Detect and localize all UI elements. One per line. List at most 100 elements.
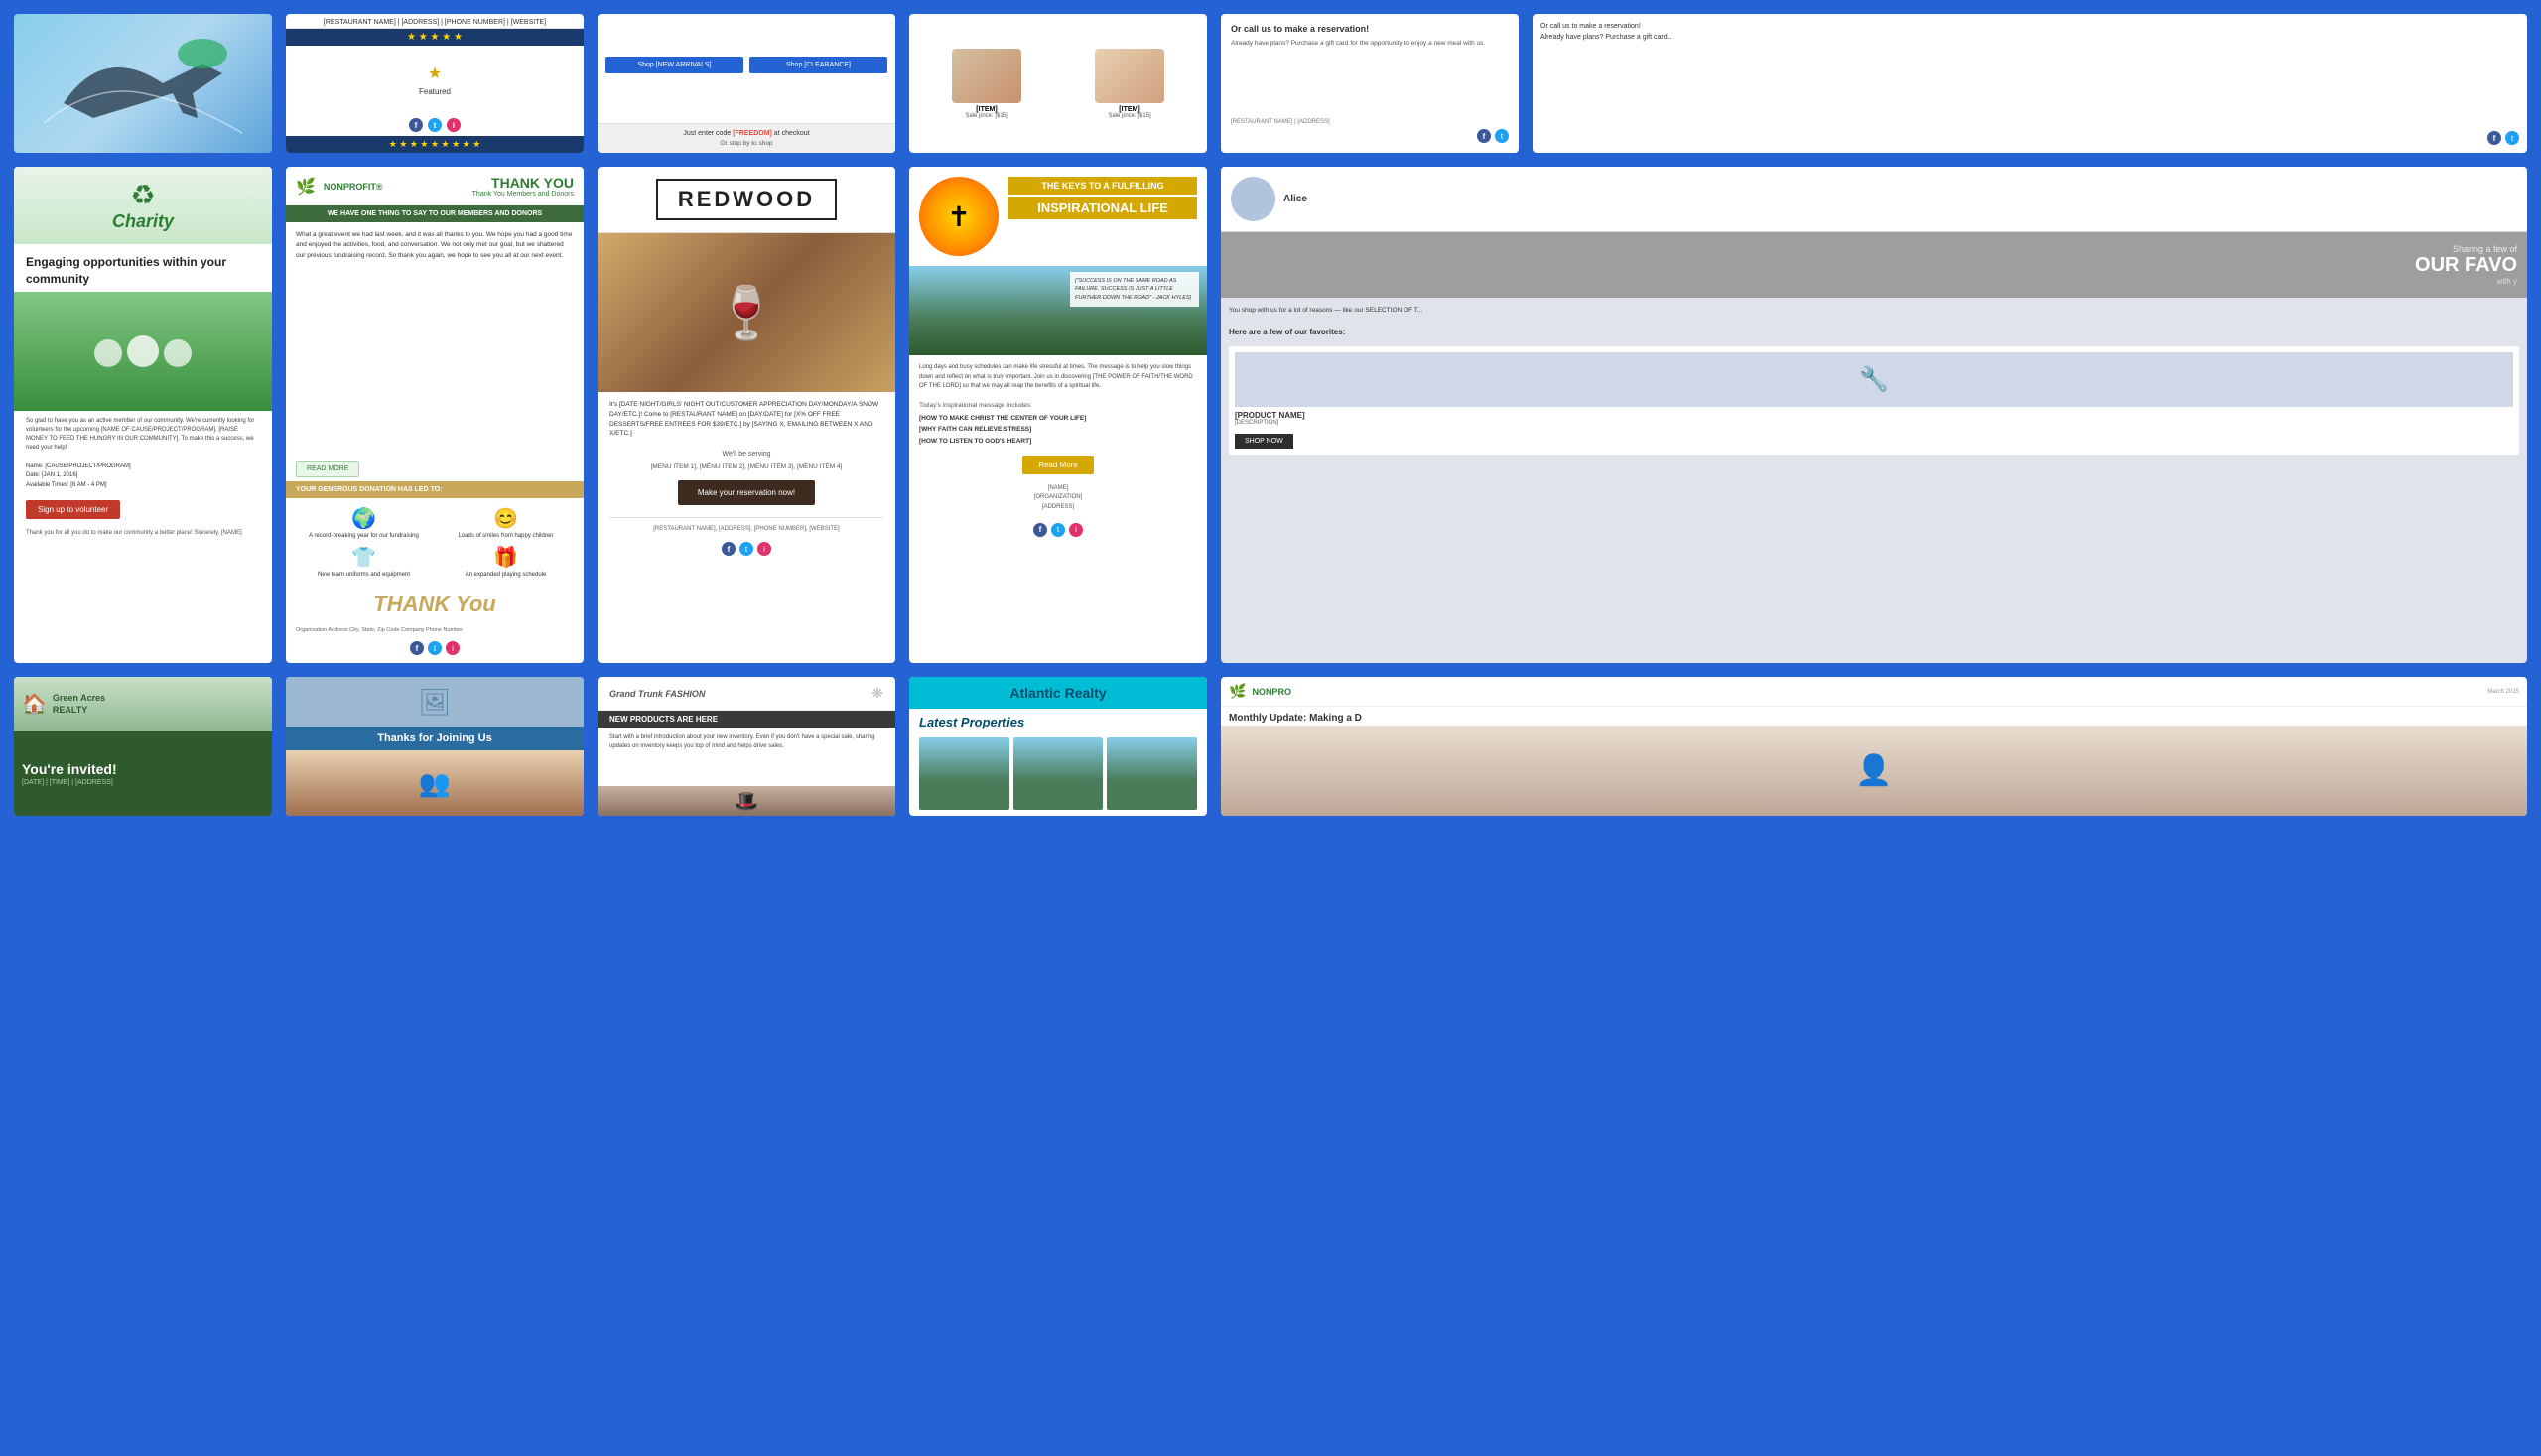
- thanks-photo-area: 👥: [286, 750, 584, 816]
- fashion-brand-name: Grand Trunk FASHION: [609, 689, 705, 699]
- inspirational-contact: [NAME] [ORGANIZATION] [ADDRESS]: [909, 480, 1207, 517]
- inspirational-social-row: f t i: [909, 517, 1207, 547]
- gift-card-social: f t: [1231, 129, 1509, 143]
- keys-banner: THE KEYS TO A FULFILLING: [1008, 177, 1197, 195]
- icon-fundraising: 🌍 A record-breaking year for our fundrai…: [296, 506, 432, 539]
- redwood-event-text: It's [DATE NIGHT/GIRLS' NIGHT OUT/CUSTOM…: [598, 392, 895, 447]
- charity-fields: Name: [CAUSE/PROJECT/PROGRAM] Date: [JAN…: [14, 459, 272, 495]
- favorites-title-section: Sharing a few of OUR FAVO with y: [1221, 232, 2527, 298]
- charity-header: ♻ Charity: [14, 167, 272, 244]
- shop-now-button[interactable]: SHOP NOW: [1235, 434, 1293, 449]
- shirt-icon: 👕: [296, 545, 432, 570]
- top-star-row: ★ ★ ★ ★ ★: [286, 29, 584, 46]
- reservation-button[interactable]: Make your reservation now!: [678, 480, 815, 505]
- favorites-items-label: Here are a few of our favorites:: [1221, 324, 2527, 340]
- home-thumbnail-1: [919, 737, 1009, 810]
- fundraising-icon: 🌍: [296, 506, 432, 531]
- redwood-social-row: f t i: [598, 536, 895, 566]
- person-icon: 👤: [1855, 753, 1892, 788]
- fashion-header-row: Grand Trunk FASHION ❋: [598, 677, 895, 711]
- inspirational-body: Long days and busy schedules can make li…: [909, 355, 1207, 400]
- card-shop-sale: Shop [NEW ARRIVALS] Shop [CLEARANCE] Jus…: [598, 14, 895, 153]
- shop-new-arrivals-btn[interactable]: Shop [NEW ARRIVALS]: [605, 57, 743, 73]
- npm-date-label: March 2015: [2487, 689, 2519, 695]
- npm-header-row: 🌿 NONPRO March 2015: [1221, 677, 2527, 707]
- card-airplane: [14, 14, 272, 153]
- facebook-icon: f: [409, 118, 423, 132]
- sharing-label: Sharing a few of: [1231, 244, 2517, 254]
- restaurant-header-line: [RESTAURANT NAME] | [ADDRESS] | [PHONE N…: [286, 14, 584, 29]
- restaurant-middle: ★ Featured: [286, 46, 584, 114]
- read-more-button[interactable]: Read More: [1022, 456, 1094, 474]
- thanks-image-area: 🖼: [286, 677, 584, 727]
- redwood-menu: [MENU ITEM 1], [MENU ITEM 2], [MENU ITEM…: [598, 462, 895, 472]
- gift-card-footer: [RESTAURANT NAME] | [ADDRESS]: [1231, 119, 1509, 125]
- redwood-divider: [609, 517, 883, 518]
- fashion-hat-area: 🎩: [598, 786, 895, 816]
- placeholder-image-icon: 🖼: [418, 687, 451, 718]
- nonprofit-icons-grid: 🌍 A record-breaking year for our fundrai…: [286, 498, 584, 586]
- twitter-icon: t: [428, 641, 442, 655]
- realty-event-details: [DATE] | [TIME] | [ADDRESS]: [22, 779, 264, 786]
- twitter-icon: t: [1495, 129, 1509, 143]
- inspirational-message-list: [HOW TO MAKE CHRIST THE CENTER OF YOUR L…: [909, 411, 1207, 450]
- facebook-icon: f: [722, 542, 736, 556]
- smiles-icon: 😊: [438, 506, 574, 531]
- card-green-acres-realty: 🏠 Green Acres REALTY You're invited! [DA…: [14, 677, 272, 816]
- shop-clearance-btn[interactable]: Shop [CLEARANCE]: [749, 57, 887, 73]
- page-container: [RESTAURANT NAME] | [ADDRESS] | [PHONE N…: [0, 0, 2541, 1456]
- card-charity: ♻ Charity Engaging opportunities within …: [14, 167, 272, 663]
- product-description: [DESCRIPTION]: [1235, 420, 2513, 426]
- card-gift-card: Or call us to make a reservation! Alread…: [1221, 14, 1519, 153]
- charity-brand-name: Charity: [26, 211, 260, 232]
- favorites-body-text: You shop with us for a lot of reasons — …: [1221, 298, 2527, 324]
- donate-icon: 🎁: [438, 545, 574, 570]
- home-thumbnail-2: [1013, 737, 1104, 810]
- youre-invited-text: You're invited!: [22, 761, 264, 777]
- icon-uniforms: 👕 New team uniforms and equipment: [296, 545, 432, 578]
- social-icons-row: f t i: [286, 114, 584, 136]
- airplane-illustration: [44, 24, 242, 143]
- facebook-icon: f: [1477, 129, 1491, 143]
- redwood-serving: We'll be serving: [598, 447, 895, 462]
- atlantic-header: Atlantic Realty: [909, 677, 1207, 709]
- charity-volunteer-photo: [14, 292, 272, 411]
- home-thumbnail-3: [1107, 737, 1197, 810]
- inspirational-top-section: ✝ THE KEYS TO A FULFILLING INSPIRATIONAL…: [909, 167, 1207, 266]
- row-1: [RESTAURANT NAME] | [ADDRESS] | [PHONE N…: [14, 14, 2527, 153]
- favorites-top: Alice: [1221, 167, 2527, 232]
- bottom-star-row: ★ ★ ★ ★ ★ ★ ★ ★ ★: [286, 136, 584, 153]
- card-soap-products: [ITEM] Sale price: [$15] [ITEM] Sale pri…: [909, 14, 1207, 153]
- redwood-header: REDWOOD: [598, 167, 895, 233]
- card-nonprofit-monthly: 🌿 NONPRO March 2015 Monthly Update: Maki…: [1221, 677, 2527, 816]
- icon-smiles: 😊 Loads of smiles from happy children: [438, 506, 574, 539]
- npm-brand-name: NONPRO: [1252, 687, 1291, 697]
- charity-logo-icon: ♻: [26, 179, 260, 211]
- gift-card-title: Or call us to make a reservation!: [1231, 24, 1509, 34]
- twitter-icon: t: [428, 118, 442, 132]
- inspirational-landscape: ["SUCCESS IS ON THE SAME ROAD AS FAILURE…: [909, 266, 1207, 355]
- nonprofit-brand: NONPROFIT®: [324, 182, 383, 192]
- read-more-button[interactable]: READ MORE: [296, 461, 359, 477]
- product-item-2: [ITEM] Sale price: [$15]: [1095, 49, 1164, 119]
- charity-footer-text: Thank you for all you do to make our com…: [14, 525, 272, 546]
- product-item-1: [ITEM] Sale price: [$15]: [952, 49, 1021, 119]
- instagram-icon: i: [447, 118, 461, 132]
- signup-volunteer-button[interactable]: Sign up to volunteer: [26, 500, 120, 519]
- row-3: 🏠 Green Acres REALTY You're invited! [DA…: [14, 677, 2527, 816]
- facebook-icon: f: [410, 641, 424, 655]
- promo-code-section: Just enter code [FREEDOM] at checkout Or…: [598, 123, 895, 153]
- card-inspirational-life: ✝ THE KEYS TO A FULFILLING INSPIRATIONAL…: [909, 167, 1207, 663]
- npm-photo-area: 👤: [1221, 726, 2527, 816]
- thanks-banner: Thanks for Joining Us: [286, 727, 584, 750]
- product-card: 🔧 [PRODUCT NAME] [DESCRIPTION] SHOP NOW: [1229, 346, 2519, 455]
- card-atlantic-realty: Atlantic Realty Latest Properties: [909, 677, 1207, 816]
- charity-tagline: Engaging opportunities within your commu…: [14, 244, 272, 292]
- redwood-brand: REDWOOD: [656, 179, 837, 220]
- atlantic-homes-row: [919, 737, 1197, 810]
- fashion-body-text: Start with a brief introduction about yo…: [598, 728, 895, 786]
- decorative-pattern: ❋: [871, 685, 883, 702]
- twitter-icon: t: [1051, 523, 1065, 537]
- nonprofit-body-text: What a great event we had last week, and…: [286, 222, 584, 457]
- atlantic-latest-properties: Latest Properties: [909, 709, 1207, 816]
